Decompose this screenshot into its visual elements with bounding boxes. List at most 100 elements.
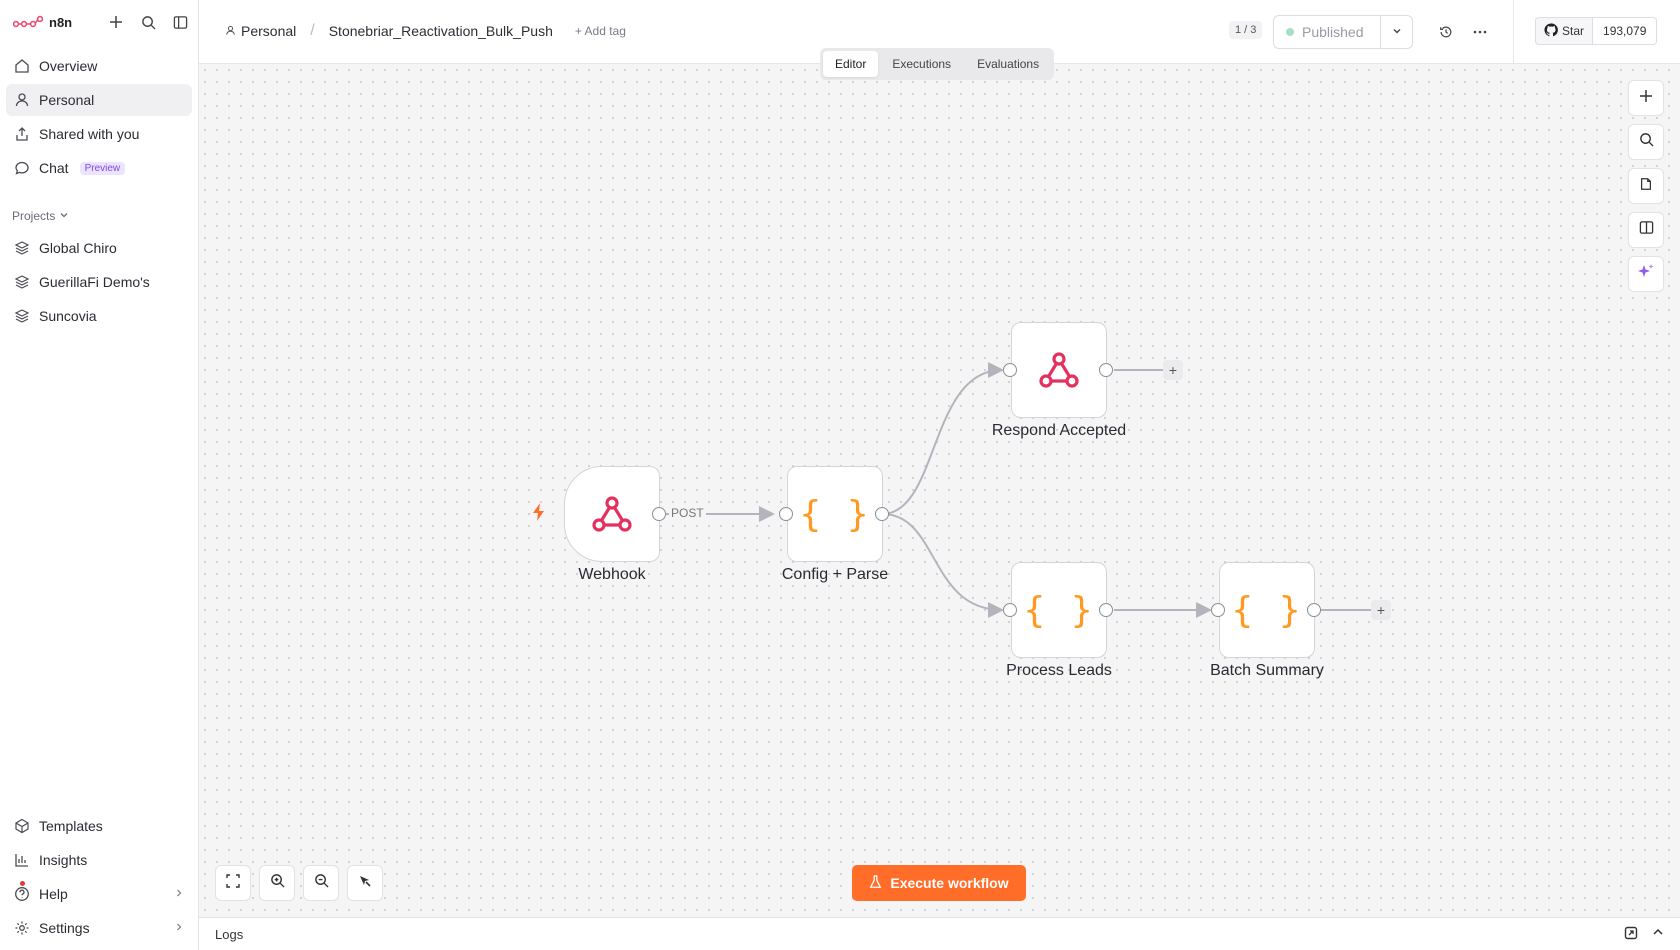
preview-badge: Preview — [79, 161, 126, 175]
publish-button[interactable]: Published — [1274, 24, 1380, 40]
zoom-out-button[interactable] — [303, 865, 339, 901]
input-handle[interactable] — [1003, 363, 1017, 377]
fullscreen-icon — [226, 873, 240, 893]
sidebar-item-shared[interactable]: Shared with you — [6, 118, 192, 150]
project-label: GuerillaFi Demo's — [39, 274, 150, 290]
publish-dropdown-button[interactable] — [1380, 16, 1412, 48]
add-node-button[interactable] — [1628, 80, 1664, 116]
node-label: Process Leads — [1006, 662, 1112, 679]
chevron-up-icon[interactable] — [1652, 926, 1664, 943]
search-icon — [1639, 132, 1654, 152]
sidebar-toggle-icon[interactable] — [172, 14, 188, 30]
input-handle[interactable] — [1003, 603, 1017, 617]
main-nav: Overview Personal Shared with you Chat P… — [0, 50, 198, 184]
logo[interactable]: n8n — [13, 15, 72, 30]
chevron-down-icon — [59, 209, 69, 223]
output-handle[interactable] — [1307, 603, 1321, 617]
sidebar-item-label: Insights — [39, 852, 88, 868]
sidebar-item-chat[interactable]: Chat Preview — [6, 152, 192, 184]
node-batch-summary[interactable]: { } — [1219, 562, 1315, 658]
tidy-up-button[interactable] — [347, 865, 383, 901]
ai-assistant-button[interactable] — [1628, 256, 1664, 292]
layers-icon — [14, 240, 30, 256]
trigger-bolt-icon — [532, 503, 546, 526]
workflow-name[interactable]: Stonebriar_Reactivation_Bulk_Push — [329, 23, 553, 39]
panel-icon — [1639, 220, 1654, 240]
more-options-icon[interactable] — [1472, 24, 1488, 40]
node-respond-accepted[interactable] — [1011, 322, 1107, 418]
toggle-panel-button[interactable] — [1628, 212, 1664, 248]
gear-icon — [14, 920, 30, 936]
node-label: Webhook — [578, 566, 646, 583]
tab-editor[interactable]: Editor — [823, 51, 879, 77]
tab-executions[interactable]: Executions — [880, 51, 963, 77]
plus-icon[interactable] — [108, 14, 124, 30]
add-sticky-note-button[interactable] — [1628, 168, 1664, 204]
sticky-note-icon — [1639, 177, 1653, 196]
edge-label: POST — [669, 506, 706, 520]
output-handle[interactable] — [652, 507, 666, 521]
templates-icon — [14, 818, 30, 834]
history-icon[interactable] — [1438, 24, 1454, 40]
input-handle[interactable] — [1211, 603, 1225, 617]
chart-icon — [14, 852, 30, 868]
output-handle[interactable] — [1099, 603, 1113, 617]
node-process-leads[interactable]: { } — [1011, 562, 1107, 658]
popout-icon[interactable] — [1624, 926, 1638, 943]
sidebar-item-project[interactable]: Global Chiro — [6, 232, 192, 264]
sparkles-icon — [1637, 263, 1655, 286]
search-nodes-button[interactable] — [1628, 124, 1664, 160]
github-star-button[interactable]: Star — [1536, 18, 1594, 44]
sidebar-item-label: Overview — [39, 58, 98, 74]
project-label: Suncovia — [39, 308, 97, 324]
github-icon — [1544, 22, 1558, 40]
layers-icon — [14, 308, 30, 324]
magic-cursor-icon — [357, 873, 373, 894]
sidebar-item-insights[interactable]: Insights — [6, 844, 192, 876]
sidebar-item-project[interactable]: GuerillaFi Demo's — [6, 266, 192, 298]
projects-list: Global Chiro GuerillaFi Demo's Suncovia — [0, 232, 198, 332]
publish-label: Published — [1302, 24, 1364, 40]
breadcrumb-project[interactable]: Personal — [225, 23, 296, 39]
breadcrumb-separator: / — [310, 22, 315, 39]
code-braces-icon: { } — [1023, 589, 1095, 631]
chevron-down-icon — [1392, 23, 1402, 41]
chat-icon — [14, 160, 30, 176]
logs-bar[interactable]: Logs — [199, 917, 1680, 950]
output-handle[interactable] — [875, 507, 889, 521]
sidebar: n8n Overview Personal Shared with you Ch… — [0, 0, 199, 950]
projects-section-toggle[interactable]: Projects — [0, 206, 198, 226]
plus-icon — [1639, 89, 1653, 108]
output-handle[interactable] — [1099, 363, 1113, 377]
search-icon[interactable] — [140, 14, 156, 30]
connection-config-respond — [881, 362, 1004, 515]
fit-view-button[interactable] — [215, 865, 251, 901]
chevron-right-icon — [174, 887, 184, 901]
workflow-canvas[interactable]: Webhook POST { } Config + Parse Respond … — [199, 64, 1680, 917]
github-star-widget[interactable]: Star 193,079 — [1535, 17, 1658, 45]
node-webhook[interactable] — [564, 466, 660, 562]
input-handle[interactable] — [779, 507, 793, 521]
notification-dot — [20, 881, 25, 886]
code-braces-icon: { } — [799, 493, 871, 535]
sidebar-item-personal[interactable]: Personal — [6, 84, 192, 116]
breadcrumb-project-label: Personal — [241, 23, 297, 39]
tab-evaluations[interactable]: Evaluations — [965, 51, 1051, 77]
execute-workflow-button[interactable]: Execute workflow — [852, 865, 1026, 901]
sidebar-item-settings[interactable]: Settings — [6, 912, 192, 944]
add-node-plus-icon[interactable]: + — [1371, 600, 1391, 620]
node-config-parse[interactable]: { } — [787, 466, 883, 562]
node-label: Respond Accepted — [991, 422, 1127, 439]
sidebar-item-overview[interactable]: Overview — [6, 50, 192, 82]
add-tag-button[interactable]: + Add tag — [575, 24, 626, 38]
sidebar-item-label: Help — [39, 886, 68, 902]
zoom-in-icon — [270, 873, 285, 893]
webhook-icon — [592, 496, 632, 532]
sidebar-item-label: Personal — [39, 92, 95, 108]
node-label: Batch Summary — [1210, 662, 1324, 679]
add-node-plus-icon[interactable]: + — [1163, 360, 1183, 380]
sidebar-item-project[interactable]: Suncovia — [6, 300, 192, 332]
sidebar-item-help[interactable]: Help — [6, 878, 192, 910]
zoom-in-button[interactable] — [259, 865, 295, 901]
sidebar-item-templates[interactable]: Templates — [6, 810, 192, 842]
